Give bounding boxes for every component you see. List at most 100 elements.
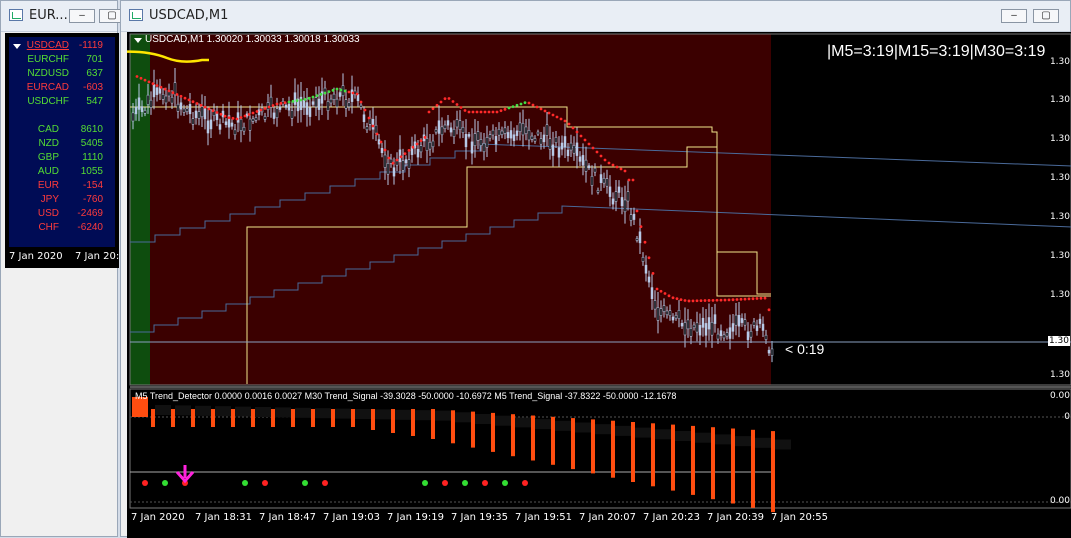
candle-body [191,118,195,125]
candle-body [680,322,684,327]
sar-dot [287,100,291,104]
candle-body [659,308,663,316]
candle-body [767,349,771,354]
candle-body [359,104,363,108]
histogram-shadow [275,407,291,418]
candle-body [380,147,384,154]
sar-dot [235,117,239,121]
sar-dot [563,119,567,123]
sar-dot [687,299,691,303]
candle-body [251,118,255,122]
candle-body [218,124,222,130]
candle-body [200,106,204,118]
sar-dot [575,130,579,134]
candle-body [506,132,510,139]
price-label: 1.30 [1049,370,1070,380]
sar-dot [731,298,735,302]
candle-body [203,108,207,120]
sar-dot [751,297,755,301]
sar-dot [535,105,539,109]
sar-dot [759,296,763,300]
histogram-bar [531,415,535,461]
candle-body [527,130,531,141]
candle-body [764,334,768,340]
candle-body [185,108,189,112]
strength-row: USD -2469 [9,208,109,221]
histogram-shadow [755,437,771,448]
candle-body [662,305,666,312]
candle-body [464,134,468,148]
sar-dot [503,107,507,111]
sar-dot [631,178,635,182]
histogram-bar [551,416,555,465]
histogram-bar [471,411,475,448]
currency-code: CHF [38,222,59,233]
signal-dot [422,480,428,486]
sar-dot [327,90,331,94]
histogram-shadow [555,420,571,431]
main-window-titlebar[interactable]: USDCAD,M1 – ▢ [121,1,1070,32]
candle-body [647,276,651,283]
histogram-shadow [315,408,331,419]
sar-dot [343,89,347,93]
candle-body [566,149,570,157]
histogram-bar [351,409,355,427]
sar-dot [259,108,263,112]
candle-body [602,178,606,184]
histogram-shadow [375,409,391,420]
sar-dot [231,116,235,120]
candle-body [584,159,588,172]
candle-body [437,120,441,134]
left-window-titlebar[interactable]: EUR... – ▢ [1,1,125,32]
sar-dot [371,124,375,128]
histogram-bar [211,409,215,427]
currency-panel: USDCAD -1119 EURCHF 701 NZDUSD 637 EURCAD -603 U… [9,37,115,247]
candle-body [668,310,672,316]
candle-body [233,129,237,136]
minimize-button[interactable]: – [69,9,95,23]
triangle-down-icon[interactable] [134,38,142,43]
sar-dot [747,297,751,301]
sar-dot [719,298,723,302]
candle-body [461,127,465,133]
candle-body [701,317,705,328]
candle-body [536,131,540,135]
candle-body [179,102,183,110]
sar-dot [651,272,655,275]
time-label: 7 Jan 19:19 [387,512,444,523]
sar-dot [171,91,175,95]
candle-body [146,94,150,105]
candle-body [599,174,603,183]
chart-header-text: USDCAD,M1 1.30020 1.30033 1.30018 1.3003… [145,34,360,45]
sar-dot [547,111,551,115]
candle-body [593,167,597,173]
strength-value: -6240 [77,222,103,233]
sar-dot [495,110,499,114]
histogram-bar [311,409,315,427]
price-label: 1.30 [1049,95,1070,105]
candle-body [497,128,501,136]
candle-body [239,118,243,131]
sar-dot [763,296,767,300]
sar-dot [591,146,595,150]
candle-body [197,111,201,119]
candle-body [155,87,159,95]
minimize-button[interactable]: – [1001,9,1027,23]
histogram-shadow [715,434,731,445]
sar-dot [439,100,443,104]
maximize-button[interactable]: ▢ [1033,9,1059,23]
candle-body [521,123,525,136]
price-chart-svg[interactable] [127,32,1071,538]
candle-body [347,102,351,107]
pair-row: NZDUSD 637 [9,68,109,81]
sar-dot [391,161,395,165]
sar-dot [715,298,719,302]
indicator-scale-label: 0 [1064,412,1070,422]
candle-body [629,214,633,221]
sar-dot [711,298,715,302]
candle-body [524,126,528,134]
sar-dot [399,155,403,159]
chart-canvas[interactable]: USDCAD,M1 1.30020 1.30033 1.30018 1.3003… [127,32,1071,538]
sar-dot [207,107,211,111]
currency-code: NZD [38,138,59,149]
